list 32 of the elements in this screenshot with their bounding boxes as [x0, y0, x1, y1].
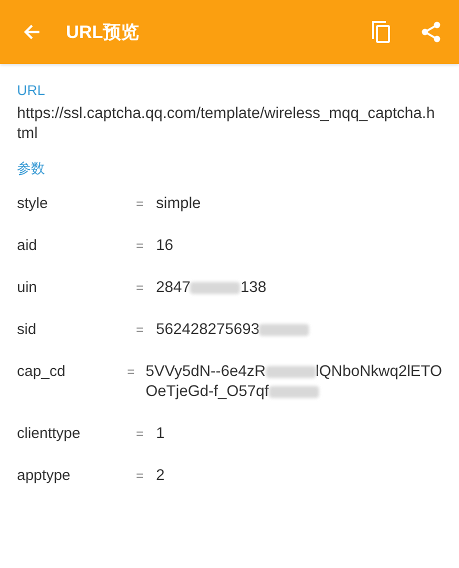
param-value: lQNboNkwq2lETO — [316, 362, 442, 382]
param-value: 562428275693 — [156, 320, 260, 340]
param-name: apptype — [17, 466, 72, 486]
param-value: 2847 — [156, 278, 190, 298]
equals-sign: = — [136, 279, 145, 297]
param-value: 16 — [156, 236, 174, 256]
param-name: style — [17, 194, 49, 214]
param-value: 2 — [156, 466, 165, 486]
equals-sign: = — [136, 237, 145, 255]
equals-sign: = — [136, 321, 145, 339]
redaction-blur — [268, 386, 319, 398]
param-name: uin — [17, 278, 38, 298]
section-label: 参数 — [17, 160, 46, 178]
param-value: simple — [156, 194, 201, 214]
equals-sign: = — [136, 425, 145, 443]
param-value: 138 — [240, 278, 266, 298]
redaction-blur — [190, 282, 240, 294]
param-name: sid — [17, 320, 38, 340]
section-label: URL — [17, 82, 46, 98]
redaction-blur — [259, 324, 310, 336]
url-text: https://ssl.captcha.qq.com/template/wireless_mqq_captcha.html — [17, 104, 436, 144]
redaction-blur — [266, 366, 316, 378]
app-bar-title: URL预览 — [66, 21, 140, 44]
equals-sign: = — [127, 363, 136, 381]
equals-sign: = — [136, 195, 145, 213]
param-name: clienttype — [17, 424, 82, 444]
param-name: cap_cd — [17, 362, 66, 382]
param-name: aid — [17, 236, 38, 256]
param-value: OeTjeGd-f_O57qf — [146, 382, 269, 402]
equals-sign: = — [136, 467, 145, 485]
param-value: 1 — [156, 424, 165, 444]
param-value: 5VVy5dN--6e4zR — [146, 362, 266, 382]
